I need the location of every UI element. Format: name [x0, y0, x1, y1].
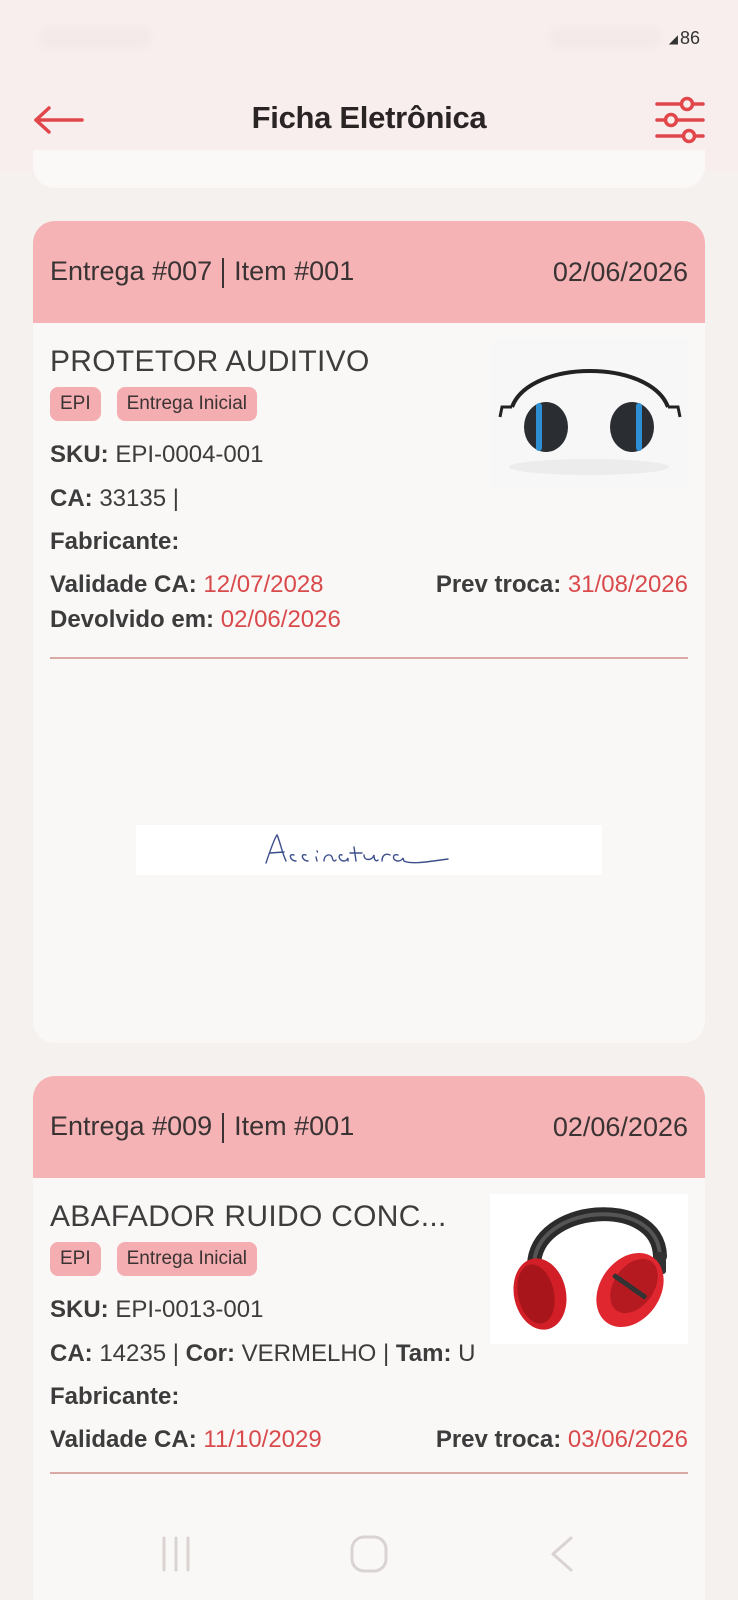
header-separator — [222, 1112, 225, 1143]
sku-value: EPI-0013-001 — [115, 1296, 264, 1323]
nav-back-button[interactable] — [532, 1524, 592, 1584]
badges: EPI Entrega Inicial — [50, 1242, 258, 1276]
prev-troca-line: Prev troca: 31/08/2026 — [436, 571, 688, 599]
ca-value: 33135 | — [99, 485, 179, 512]
devolvido-line: Devolvido em: 02/06/2026 — [50, 606, 341, 634]
divider — [50, 1472, 688, 1474]
earmuff-image — [490, 1194, 688, 1344]
prev-troca-label: Prev troca: — [435, 571, 562, 598]
ca-value: 14235 | — [99, 1340, 179, 1367]
signature-handwriting — [265, 833, 449, 864]
validade-value: 11/10/2029 — [203, 1426, 322, 1453]
ca-label: CA: — [50, 1340, 93, 1367]
fabricante-label: Fabricante: — [50, 1383, 180, 1410]
sku-label: SKU: — [50, 1296, 109, 1323]
header-separator — [222, 257, 225, 288]
validade-label: Validade CA: — [50, 571, 197, 598]
ca-line: CA: 33135 | — [50, 485, 179, 513]
product-name: PROTETOR AUDITIVO — [50, 345, 370, 378]
card-date: 02/06/2026 — [552, 1111, 688, 1142]
prev-troca-label: Prev troca: — [435, 1426, 562, 1453]
sliders-icon — [655, 96, 705, 144]
recents-button[interactable] — [146, 1524, 206, 1584]
badges: EPI Entrega Inicial — [50, 387, 258, 421]
badge-type: EPI — [50, 1242, 101, 1276]
badge-delivery-kind: Entrega Inicial — [116, 387, 258, 421]
validade-line: Validade CA: 12/07/2028 — [50, 571, 324, 599]
divider — [50, 657, 688, 659]
card-header: Entrega #007 Item #001 02/06/2026 — [33, 221, 705, 323]
cor-label: Cor: — [185, 1340, 235, 1367]
prev-troca-line: Prev troca: 03/06/2026 — [436, 1426, 688, 1454]
card-entrega-item: Entrega #007 Item #001 — [50, 256, 354, 288]
devolvido-value: 02/06/2026 — [220, 606, 341, 633]
recents-icon — [162, 1536, 190, 1572]
validade-line: Validade CA: 11/10/2029 — [50, 1426, 322, 1454]
fabricante-line: Fabricante: — [50, 1383, 179, 1411]
battery-saver-icon: ◢ — [668, 31, 678, 46]
fabricante-label: Fabricante: — [50, 528, 180, 555]
tam-label: Tam: — [395, 1340, 452, 1367]
item-number: Item #001 — [234, 256, 355, 287]
devolvido-label: Devolvido em: — [50, 606, 215, 633]
card-entrega-item: Entrega #009 Item #001 — [50, 1111, 354, 1143]
badge-delivery-kind: Entrega Inicial — [116, 1242, 258, 1276]
filter-button[interactable] — [652, 94, 708, 146]
delivery-card[interactable]: Entrega #007 Item #001 02/06/2026 PROTETO… — [33, 221, 705, 1043]
ear-protector-image — [490, 339, 688, 489]
previous-card-tail — [33, 150, 705, 188]
home-button[interactable] — [339, 1524, 399, 1584]
sku-line: SKU: EPI-0013-001 — [50, 1296, 263, 1324]
entrega-number: Entrega #007 — [50, 256, 213, 287]
cor-value: VERMELHO | — [241, 1340, 390, 1367]
validade-label: Validade CA: — [50, 1426, 197, 1453]
product-image — [490, 339, 688, 489]
sku-line: SKU: EPI-0004-001 — [50, 441, 263, 469]
ca-label: CA: — [50, 485, 93, 512]
signature-image — [136, 825, 602, 875]
prev-troca-value: 31/08/2026 — [567, 571, 688, 598]
sku-label: SKU: — [50, 441, 109, 468]
entrega-number: Entrega #009 — [50, 1111, 213, 1142]
validade-value: 12/07/2028 — [203, 571, 324, 598]
badge-type: EPI — [50, 387, 101, 421]
home-icon — [350, 1535, 388, 1573]
nav-back-icon — [551, 1536, 573, 1572]
battery-level: 86 — [679, 28, 700, 48]
ca-line: CA: 14235 | Cor: VERMELHO | Tam: U — [50, 1340, 476, 1368]
status-time-blurred — [40, 28, 150, 48]
prev-troca-value: 03/06/2026 — [567, 1426, 688, 1453]
system-nav-bar — [0, 1508, 738, 1600]
fabricante-line: Fabricante: — [50, 528, 179, 556]
product-image — [490, 1194, 688, 1344]
tam-value: U — [458, 1340, 476, 1367]
product-name: ABAFADOR RUIDO CONC... — [50, 1200, 447, 1233]
card-date: 02/06/2026 — [552, 256, 688, 287]
page-title: Ficha Eletrônica — [251, 100, 487, 135]
item-number: Item #001 — [234, 1111, 355, 1142]
status-bar: ◢ 86 — [0, 0, 738, 70]
sku-value: EPI-0004-001 — [115, 441, 264, 468]
battery-indicator: ◢ 86 — [669, 28, 700, 49]
status-icons-blurred — [550, 28, 660, 48]
card-header: Entrega #009 Item #001 02/06/2026 — [33, 1076, 705, 1178]
